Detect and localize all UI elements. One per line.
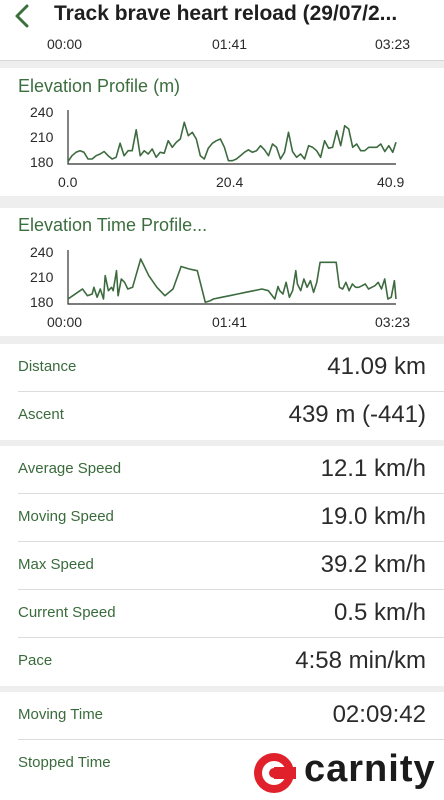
axis-tick-start: 00:00	[47, 36, 83, 52]
elevation-series-line	[67, 121, 397, 162]
speed-card: Average Speed 12.1 km/h Moving Speed 19.…	[0, 446, 444, 686]
stat-value: 0.5 km/h	[333, 599, 426, 626]
stat-value: 41.09 km	[327, 353, 426, 380]
elevation-profile-chart	[67, 110, 397, 165]
elevation-series-line	[67, 258, 397, 304]
axis-tick-middle: 01:41	[212, 36, 248, 52]
stat-row-distance[interactable]: Distance 41.09 km	[0, 344, 444, 392]
page-title: Track brave heart reload (29/07/2...	[54, 2, 398, 25]
axis-tick-end: 03:23	[375, 36, 411, 52]
stat-row-pace[interactable]: Pace 4:58 min/km	[0, 638, 444, 686]
back-chevron-icon[interactable]	[10, 2, 36, 30]
carnity-logo-text: carnity	[304, 748, 436, 790]
stat-label: Current Speed	[18, 604, 116, 621]
stat-label: Average Speed	[18, 460, 122, 477]
stat-value: 19.0 km/h	[320, 503, 426, 530]
stat-value: 439 m (-441)	[288, 401, 426, 428]
stat-row-ascent[interactable]: Ascent 439 m (-441)	[0, 392, 444, 440]
stat-row-current-speed[interactable]: Current Speed 0.5 km/h	[0, 590, 444, 638]
distance-ascent-card: Distance 41.09 km Ascent 439 m (-441)	[0, 344, 444, 440]
stat-value: 02:09:42	[332, 701, 426, 728]
stat-label: Moving Time	[18, 706, 104, 723]
stat-value: 12.1 km/h	[320, 455, 426, 482]
map-time-axis: 00:00 01:41 03:23	[0, 33, 444, 61]
stat-value: 39.2 km/h	[320, 551, 426, 578]
stat-row-moving-speed[interactable]: Moving Speed 19.0 km/h	[0, 494, 444, 542]
elevation-profile-card[interactable]: Elevation Profile (m) 240 210 180 0.0 20…	[0, 68, 444, 196]
stat-label: Distance	[18, 358, 77, 375]
stat-value: 4:58 min/km	[295, 647, 426, 674]
carnity-watermark: carnity	[247, 745, 444, 800]
stat-label: Max Speed	[18, 556, 94, 573]
stat-label: Stopped Time	[18, 754, 111, 771]
stat-label: Pace	[18, 652, 53, 669]
elevation-time-profile-chart	[67, 250, 397, 305]
elevation-time-profile-card[interactable]: Elevation Time Profile... 240 210 180 00…	[0, 208, 444, 336]
stat-label: Moving Speed	[18, 508, 114, 525]
nav-header: Track brave heart reload (29/07/2...	[0, 0, 444, 33]
stat-label: Ascent	[18, 406, 64, 423]
carnity-logo-icon	[254, 753, 296, 793]
stat-row-max-speed[interactable]: Max Speed 39.2 km/h	[0, 542, 444, 590]
stat-row-moving-time[interactable]: Moving Time 02:09:42	[0, 692, 444, 740]
stat-row-average-speed[interactable]: Average Speed 12.1 km/h	[0, 446, 444, 494]
